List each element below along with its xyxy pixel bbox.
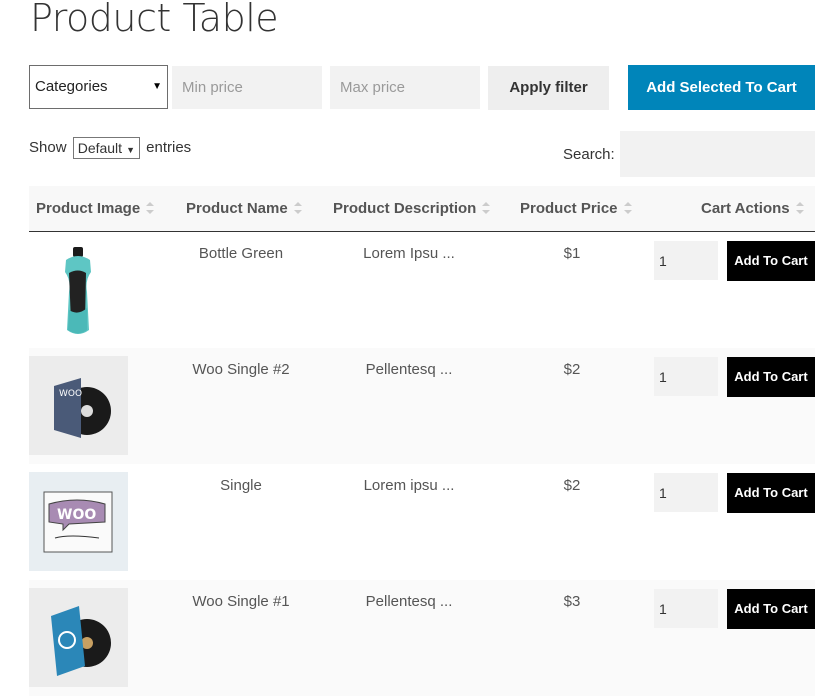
search-label: Search: <box>563 146 615 163</box>
svg-text:WOO: WOO <box>57 507 96 523</box>
quantity-input[interactable]: 1 <box>654 473 718 512</box>
quantity-input[interactable]: 1 <box>654 241 718 280</box>
product-price: $2 <box>563 477 581 494</box>
chevron-down-icon: ▼ <box>126 145 135 155</box>
entries-label: entries <box>146 138 192 156</box>
entries-select[interactable]: Default ▼ <box>72 137 140 159</box>
product-name[interactable]: Single <box>179 477 303 494</box>
show-entries: Show Default ▼ entries <box>29 137 191 159</box>
category-select[interactable]: Categories ▼ <box>29 65 168 109</box>
product-name[interactable]: Woo Single #2 <box>179 361 303 378</box>
sort-icon <box>623 202 632 214</box>
column-label: Product Image <box>36 200 141 217</box>
quantity-input[interactable]: 1 <box>654 357 718 396</box>
column-label: Product Name <box>186 200 288 217</box>
add-to-cart-button[interactable]: Add To Cart <box>727 589 815 629</box>
page-title: Product Table <box>30 0 279 40</box>
add-to-cart-button[interactable]: Add To Cart <box>727 241 815 281</box>
product-description: Pellentesq ... <box>365 361 453 378</box>
table-header: Product Image Product Name Product Descr… <box>29 186 815 232</box>
add-to-cart-button[interactable]: Add To Cart <box>727 357 815 397</box>
column-label: Product Description <box>333 200 477 217</box>
sort-icon <box>795 202 804 214</box>
product-name[interactable]: Woo Single #1 <box>179 593 303 610</box>
max-price-input[interactable]: Max price <box>330 66 480 109</box>
product-price: $2 <box>563 361 581 378</box>
min-price-input[interactable]: Min price <box>172 66 322 109</box>
column-label: Cart Actions <box>701 200 790 217</box>
column-header-image[interactable]: Product Image <box>36 186 155 231</box>
column-header-price[interactable]: Product Price <box>520 186 632 231</box>
sort-icon <box>146 202 155 214</box>
add-selected-to-cart-button[interactable]: Add Selected To Cart <box>628 65 815 110</box>
table-row: WOO Woo Single #2 Pellentesq ... $2 1 Ad… <box>29 348 815 464</box>
quantity-input[interactable]: 1 <box>654 589 718 628</box>
table-row: Bottle Green Lorem Ipsu ... $1 1 Add To … <box>29 232 815 348</box>
table-row: WOO Single Lorem ipsu ... $2 1 Add To Ca… <box>29 464 815 580</box>
add-to-cart-button[interactable]: Add To Cart <box>727 473 815 513</box>
album-blue-image <box>29 588 128 687</box>
woo-sketch-image: WOO <box>29 472 128 571</box>
column-header-cart-actions[interactable]: Cart Actions <box>701 186 804 231</box>
chevron-down-icon: ▼ <box>152 81 162 92</box>
product-price: $1 <box>563 245 581 262</box>
column-label: Product Price <box>520 200 618 217</box>
water-bottle-image <box>29 240 128 339</box>
album-woo-image: WOO <box>29 356 128 455</box>
category-select-value: Categories <box>35 78 108 95</box>
product-price: $3 <box>563 593 581 610</box>
search-input[interactable] <box>620 131 815 177</box>
product-name[interactable]: Bottle Green <box>179 245 303 262</box>
product-description: Lorem Ipsu ... <box>363 245 455 262</box>
sort-icon <box>293 202 302 214</box>
product-description: Lorem ipsu ... <box>363 477 455 494</box>
apply-filter-button[interactable]: Apply filter <box>488 66 609 110</box>
sort-icon <box>482 202 491 214</box>
product-description: Pellentesq ... <box>365 593 453 610</box>
column-header-name[interactable]: Product Name <box>186 186 302 231</box>
column-header-description[interactable]: Product Description <box>333 186 491 231</box>
table-row: Woo Single #1 Pellentesq ... $3 1 Add To… <box>29 580 815 696</box>
show-label: Show <box>29 138 67 156</box>
svg-text:WOO: WOO <box>59 389 82 399</box>
entries-select-value: Default <box>77 140 123 156</box>
